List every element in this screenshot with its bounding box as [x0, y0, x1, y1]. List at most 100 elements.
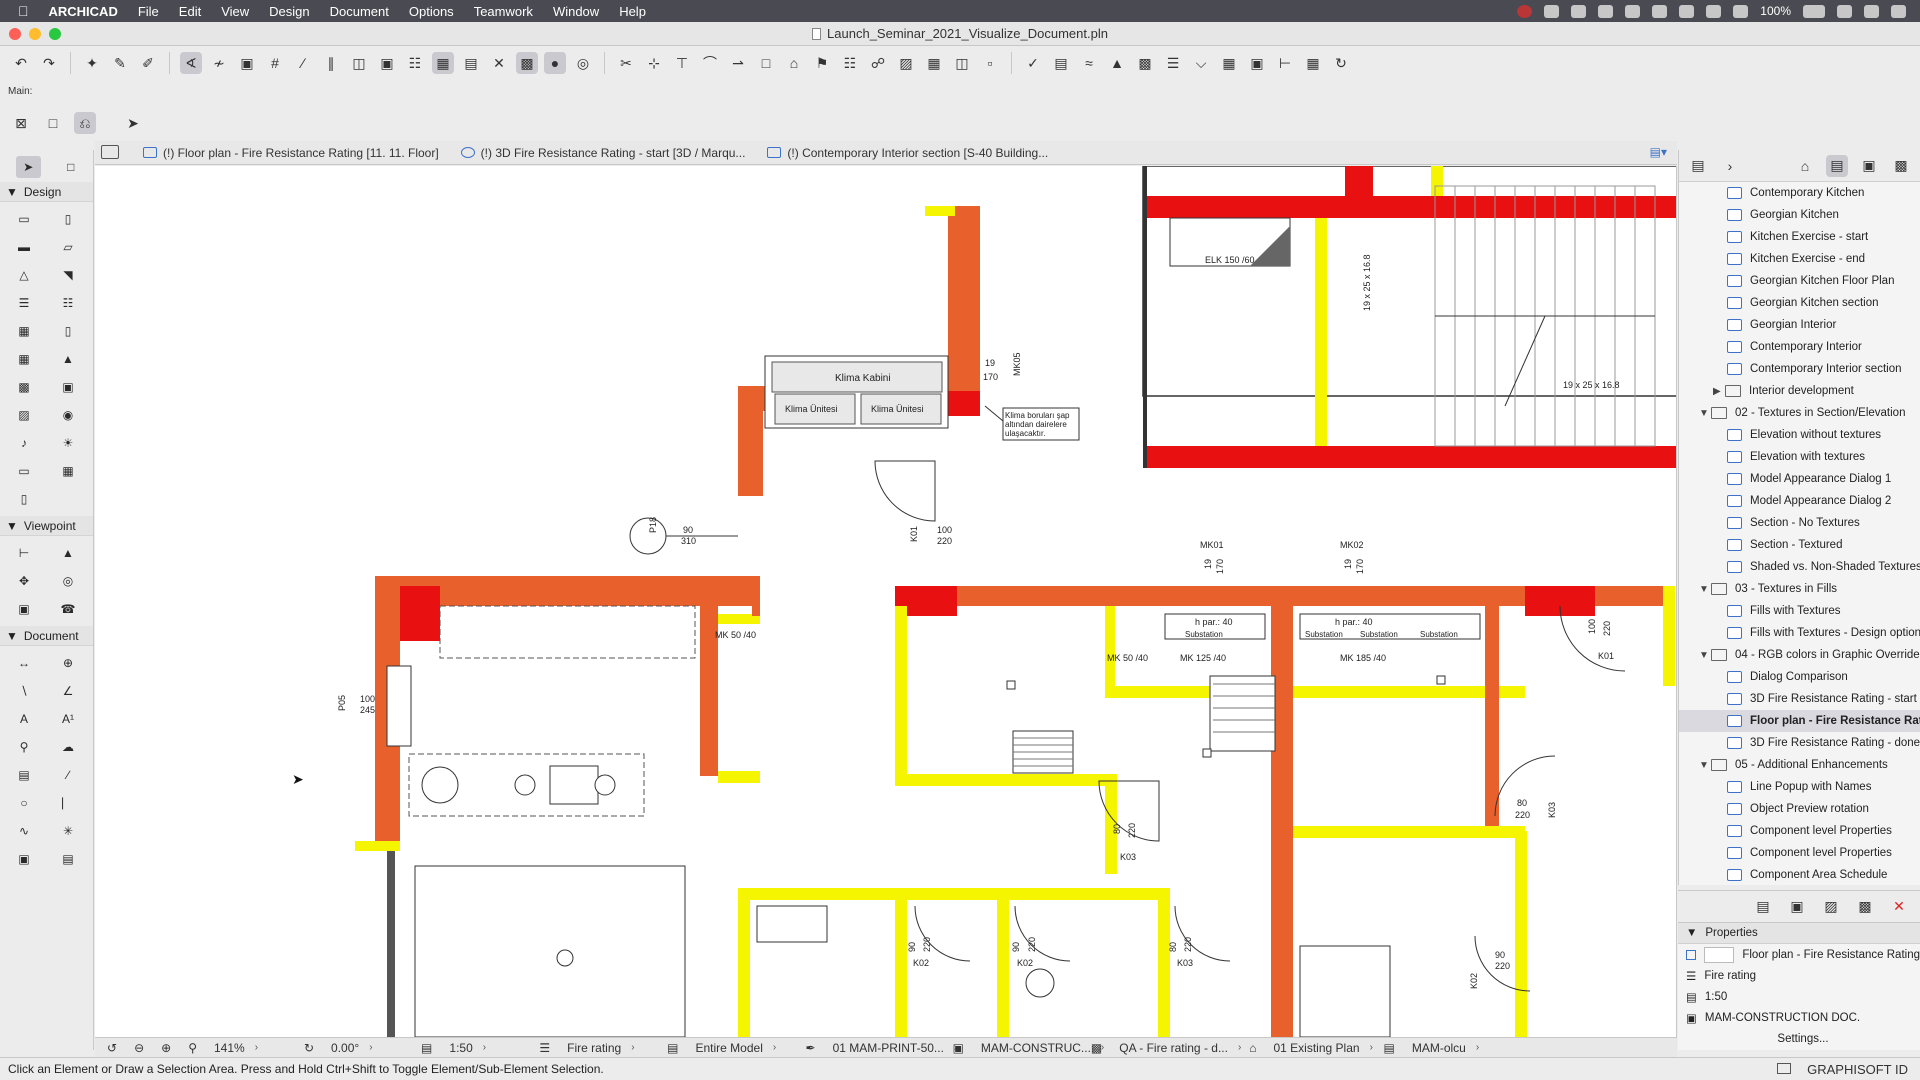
morph-tool[interactable]: ◉: [55, 404, 81, 426]
worksheet-tool[interactable]: ◎: [55, 570, 81, 592]
navigator-item[interactable]: Contemporary Interior: [1679, 336, 1920, 358]
menu-window[interactable]: Window: [553, 4, 599, 19]
mep-tool[interactable]: ♪: [11, 432, 37, 454]
server-icon[interactable]: [1598, 4, 1614, 18]
renovation-filter-field[interactable]: 01 Existing Plan ›: [1266, 1041, 1376, 1055]
elevation-tool[interactable]: ▲: [55, 542, 81, 564]
navigator-item[interactable]: ▼ 05 - Additional Enhancements: [1679, 754, 1920, 776]
cloud-upload-icon[interactable]: [1544, 4, 1560, 18]
model-view-field[interactable]: Entire Model ›: [688, 1041, 798, 1055]
wifi-icon[interactable]: [1733, 4, 1749, 18]
tab-interior-section[interactable]: (!) Contemporary Interior section [S-40 …: [767, 146, 1048, 160]
navigator-item[interactable]: ▼ 02 - Textures in Section/Elevation: [1679, 402, 1920, 424]
spline-tool[interactable]: ∿: [11, 820, 37, 842]
snap-guides-icon[interactable]: ≁: [208, 52, 230, 74]
suspend-groups-icon[interactable]: ☷: [404, 52, 426, 74]
minimize-window-button[interactable]: [29, 28, 41, 40]
view-combo-field[interactable]: MAM-CONSTRUC... ›: [973, 1041, 1104, 1055]
properties-scale-row[interactable]: ▤ 1:50: [1678, 986, 1920, 1007]
floor-plan-canvas[interactable]: ELK 150 /60 19 x 25 x 16.8 19 x 25 x 16.…: [95, 166, 1677, 1037]
toolbox-document-header[interactable]: ▼ Document: [0, 626, 93, 646]
stair-tool-icon[interactable]: ☰: [1162, 52, 1184, 74]
wall-tool[interactable]: ▭: [11, 208, 37, 230]
menu-document[interactable]: Document: [330, 4, 389, 19]
navigator-item[interactable]: Model Appearance Dialog 1: [1679, 468, 1920, 490]
property-manager-icon[interactable]: ☍: [867, 52, 889, 74]
navigator-item[interactable]: Kitchen Exercise - start: [1679, 226, 1920, 248]
issue-manager-icon[interactable]: ✓: [1022, 52, 1044, 74]
camera-tool[interactable]: ☎: [55, 598, 81, 620]
new-folder-icon[interactable]: ▤: [1752, 896, 1774, 918]
beam-tool[interactable]: ▬: [11, 236, 37, 258]
toolbox-viewpoint-header[interactable]: ▼ Viewpoint: [0, 516, 93, 536]
battery-icon[interactable]: [1803, 4, 1825, 18]
drawing-tool[interactable]: ▤: [55, 848, 81, 870]
slab-tool[interactable]: ▱: [55, 236, 81, 258]
chevron-right-icon[interactable]: ›: [1719, 155, 1741, 177]
text-tool[interactable]: A: [11, 708, 37, 730]
view-map-icon[interactable]: ▤: [1826, 154, 1848, 177]
navigator-item[interactable]: Model Appearance Dialog 2: [1679, 490, 1920, 512]
delete-icon[interactable]: ✕: [1888, 896, 1910, 918]
open-view-icon[interactable]: ▩: [1854, 896, 1876, 918]
screen-mirror-icon[interactable]: [1679, 4, 1695, 18]
user-icon[interactable]: [1837, 4, 1852, 18]
eyedropper-icon[interactable]: ✎: [109, 52, 131, 74]
navigator-item[interactable]: ▼ 04 - RGB colors in Graphic Overrides: [1679, 644, 1920, 666]
change-tool[interactable]: ☁: [55, 736, 81, 758]
fit-in-window-icon[interactable]: ✕: [488, 52, 510, 74]
favorites-icon[interactable]: ☷: [839, 52, 861, 74]
floor-plan-drawing[interactable]: ELK 150 /60 19 x 25 x 16.8 19 x 25 x 16.…: [95, 166, 1677, 1037]
parallel-icon[interactable]: ∥: [320, 52, 342, 74]
dimension-style-field[interactable]: MAM-olcu ›: [1404, 1041, 1504, 1055]
cloud-icon[interactable]: [1571, 4, 1587, 18]
guide-lines-icon[interactable]: ∢: [180, 52, 202, 74]
shell-tool-icon[interactable]: ▲: [1106, 52, 1128, 74]
arrow-tool-icon[interactable]: ➤: [122, 112, 144, 134]
navigator-item[interactable]: Georgian Kitchen Floor Plan: [1679, 270, 1920, 292]
navigator-item[interactable]: ▶ Interior development: [1679, 380, 1920, 402]
project-map-icon[interactable]: ⌂: [1794, 155, 1816, 177]
fill-tool[interactable]: ▤: [11, 764, 37, 786]
offset-icon[interactable]: ⇀: [727, 52, 749, 74]
menu-edit[interactable]: Edit: [179, 4, 201, 19]
navigator-item[interactable]: Elevation without textures: [1679, 424, 1920, 446]
navigator-item[interactable]: Section - No Textures: [1679, 512, 1920, 534]
undo-icon[interactable]: ↶: [10, 52, 32, 74]
navigator-item[interactable]: ▼ 03 - Textures in Fills: [1679, 578, 1920, 600]
menu-teamwork[interactable]: Teamwork: [474, 4, 533, 19]
interior-elevation-tool[interactable]: ✥: [11, 570, 37, 592]
layer-combination-field[interactable]: Fire rating ›: [559, 1041, 659, 1055]
intersect-icon[interactable]: ⊤: [671, 52, 693, 74]
navigator-item[interactable]: 3D Fire Resistance Rating - start: [1679, 688, 1920, 710]
control-center-icon[interactable]: [1891, 4, 1906, 18]
scale-field[interactable]: 1:50 ›: [441, 1041, 531, 1055]
label-tool[interactable]: A¹: [55, 708, 81, 730]
trace-icon[interactable]: ◫: [348, 52, 370, 74]
inject-parameters-icon[interactable]: ✐: [137, 52, 159, 74]
arrow-selection-tool[interactable]: ➤: [16, 156, 41, 178]
zone-tool-icon[interactable]: ▣: [1246, 52, 1268, 74]
view-name-field[interactable]: Floor plan - Fire Resistance Rating: [1742, 949, 1920, 961]
figure-tool[interactable]: ▣: [11, 848, 37, 870]
view-map-icon[interactable]: ▤: [460, 52, 482, 74]
renovation-filter-icon[interactable]: ⎌: [74, 112, 96, 134]
navigator-item[interactable]: Component Area Schedule: [1679, 864, 1920, 885]
disclosure-open-icon[interactable]: ▼: [1699, 584, 1711, 595]
menu-options[interactable]: Options: [409, 4, 454, 19]
polyline-tool[interactable]: ⎸: [55, 792, 81, 814]
pen-set-field[interactable]: 01 MAM-PRINT-50... ›: [825, 1041, 958, 1055]
collision-detection-icon[interactable]: ◫: [951, 52, 973, 74]
pick-up-parameters-icon[interactable]: ✦: [81, 52, 103, 74]
orientation-icon[interactable]: ↻: [296, 1041, 323, 1055]
grid-snap-icon[interactable]: #: [264, 52, 286, 74]
angle-field[interactable]: 0.00° ›: [323, 1041, 413, 1055]
archicad-status-icon[interactable]: [1517, 4, 1533, 18]
tab-3d-fire-rating[interactable]: (!) 3D Fire Resistance Rating - start [3…: [460, 146, 745, 160]
tab-overview-icon[interactable]: [101, 145, 119, 159]
apple-icon[interactable]: : [18, 3, 29, 19]
table-icon[interactable]: ▦: [1302, 52, 1324, 74]
level-dimension-tool[interactable]: ⊕: [55, 652, 81, 674]
fit-zoom-icon[interactable]: ⚲: [180, 1041, 206, 1055]
teamwork-send-receive-icon[interactable]: ↻: [1330, 52, 1352, 74]
